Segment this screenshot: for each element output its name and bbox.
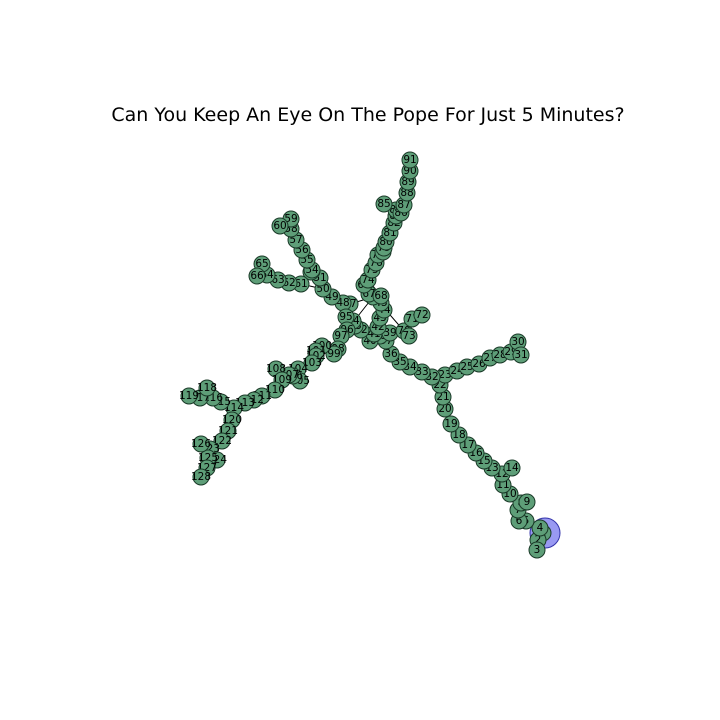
node-label: 14 [505, 462, 519, 474]
graph-node-91: 91 [401, 151, 419, 169]
graph-node-128: 128 [191, 468, 211, 486]
graph-node-119: 119 [179, 387, 199, 405]
graph-node-3: 3 [528, 541, 546, 559]
graph-node-72: 72 [413, 306, 431, 324]
node-label: 3 [534, 544, 541, 556]
node-label: 97 [334, 330, 347, 342]
node-label: 19 [444, 418, 457, 430]
graph-node-66: 66 [248, 267, 266, 285]
node-label: 126 [191, 438, 211, 450]
graph-node-19: 19 [442, 415, 460, 433]
node-label: 4 [537, 522, 544, 534]
node-layer: 1234567891011121314151617181920212223242… [179, 151, 552, 559]
node-label: 68 [374, 290, 387, 302]
node-label: 31 [514, 349, 527, 361]
graph-node-73: 73 [400, 327, 418, 345]
graph-node-4: 4 [531, 519, 549, 537]
node-label: 9 [524, 496, 531, 508]
node-label: 85 [377, 198, 390, 210]
graph-node-126: 126 [191, 435, 211, 453]
node-label: 128 [191, 471, 211, 483]
node-label: 72 [415, 309, 428, 321]
graph-node-118: 118 [197, 379, 217, 397]
node-label: 36 [384, 348, 398, 360]
graph-node-31: 31 [512, 346, 530, 364]
node-label: 95 [339, 311, 352, 323]
graph-node-68: 68 [372, 287, 390, 305]
node-label: 73 [402, 330, 415, 342]
node-label: 91 [403, 154, 416, 166]
graph-node-60: 60 [271, 217, 289, 235]
node-label: 66 [250, 270, 264, 282]
node-label: 60 [273, 220, 286, 232]
node-label: 118 [197, 382, 217, 394]
graph-node-85: 85 [375, 195, 393, 213]
network-graph: 1234567891011121314151617181920212223242… [179, 151, 561, 559]
graph-node-14: 14 [503, 459, 521, 477]
node-label: 30 [511, 336, 524, 348]
node-label: 119 [179, 390, 199, 402]
graph-node-9: 9 [518, 493, 536, 511]
